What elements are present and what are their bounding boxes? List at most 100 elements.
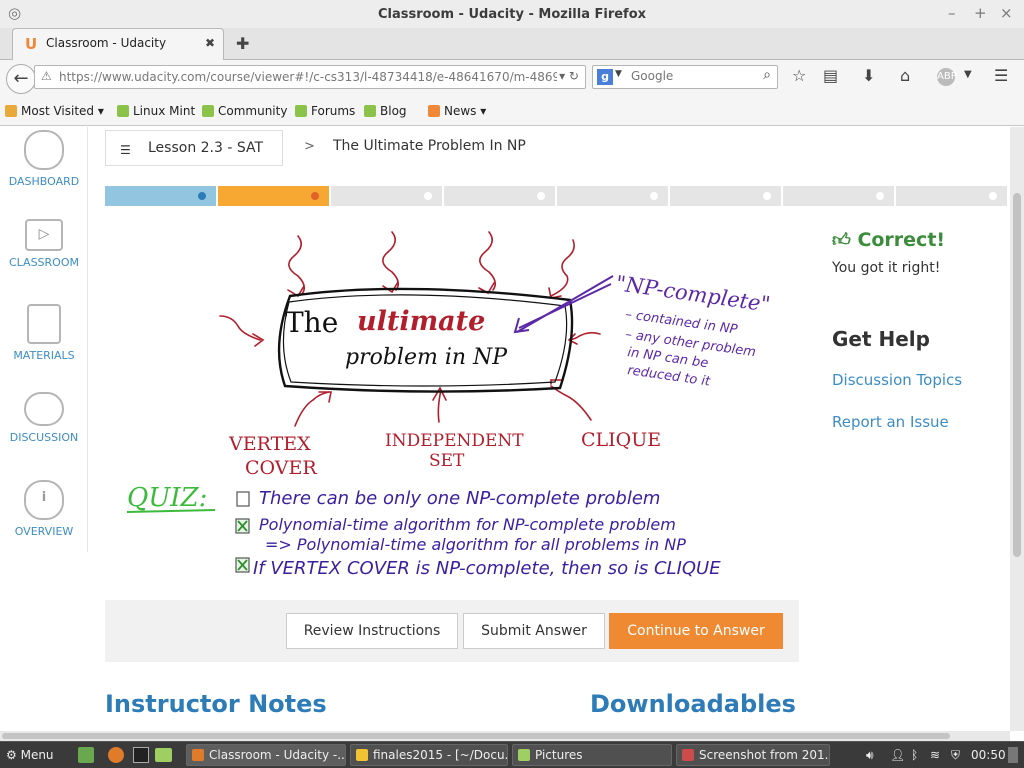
gear-icon: ⚙ bbox=[6, 748, 17, 762]
start-menu-button[interactable]: ⚙ Menu bbox=[6, 744, 54, 766]
taskbar-window-firefox[interactable]: Classroom - Udacity -... bbox=[186, 744, 346, 766]
url-text[interactable]: https://www.udacity.com/course/viewer#!/… bbox=[59, 70, 557, 84]
progress-dot bbox=[537, 192, 545, 200]
progress-dot bbox=[989, 192, 997, 200]
mint-icon bbox=[202, 105, 214, 117]
progress-segment[interactable] bbox=[105, 186, 218, 206]
correct-message: You got it right! bbox=[832, 260, 941, 276]
reload-icon[interactable]: ▾ ↻ bbox=[559, 69, 579, 83]
lesson-label: Lesson 2.3 - SAT bbox=[148, 140, 264, 156]
menu-icon[interactable]: ☰ bbox=[994, 66, 1008, 85]
correct-feedback: 👍︎ Correct! bbox=[832, 229, 945, 251]
url-bar[interactable]: ⚠ https://www.udacity.com/course/viewer#… bbox=[34, 65, 586, 89]
scrollbar-thumb[interactable] bbox=[1013, 193, 1021, 557]
quiz-option-2b: => Polynomial-time algorithm for all pro… bbox=[265, 535, 686, 554]
show-desktop-icon[interactable] bbox=[78, 747, 94, 763]
wifi-icon[interactable]: ≋ bbox=[930, 744, 940, 766]
taskbar-window-screenshot[interactable]: Screenshot from 201... bbox=[676, 744, 830, 766]
clock[interactable]: 00:50 bbox=[971, 744, 1006, 766]
horizontal-scrollbar[interactable] bbox=[0, 731, 1010, 741]
volume-icon[interactable]: 🔊︎ bbox=[866, 744, 874, 766]
sidebar-item-classroom[interactable]: ▷ CLASSROOM bbox=[0, 219, 88, 269]
close-window-icon[interactable]: × bbox=[1000, 4, 1013, 22]
udacity-logo-icon: U bbox=[25, 35, 38, 53]
progress-segment[interactable] bbox=[670, 186, 783, 206]
firefox-icon bbox=[192, 749, 204, 761]
problem-box bbox=[277, 287, 574, 393]
sidebar-item-materials[interactable]: MATERIALS bbox=[0, 304, 88, 362]
get-help-heading: Get Help bbox=[832, 327, 930, 351]
bookmark-linux-mint[interactable]: Linux Mint bbox=[117, 104, 195, 118]
box-text-the: The bbox=[285, 306, 338, 339]
minimize-icon[interactable]: – bbox=[948, 4, 956, 22]
user-icon[interactable]: 👤︎ bbox=[890, 744, 905, 766]
back-arrow-icon[interactable]: ← bbox=[6, 64, 36, 94]
box-text-ultimate: ultimate bbox=[357, 306, 485, 337]
maximize-icon[interactable]: + bbox=[974, 4, 987, 22]
tab-classroom[interactable]: U Classroom - Udacity ✖ bbox=[12, 28, 224, 60]
sidebar-item-discussion[interactable]: DISCUSSION bbox=[0, 392, 88, 444]
submit-answer-button[interactable]: Submit Answer bbox=[463, 613, 605, 649]
progress-dot bbox=[311, 192, 319, 200]
new-tab-icon[interactable]: ✚ bbox=[236, 34, 249, 53]
progress-segment[interactable] bbox=[444, 186, 557, 206]
continue-to-answer-button[interactable]: Continue to Answer bbox=[609, 613, 783, 649]
bookmark-star-icon[interactable]: ☆ bbox=[792, 66, 806, 85]
materials-icon bbox=[27, 304, 61, 344]
progress-dot bbox=[198, 192, 206, 200]
taskbar-window-finales[interactable]: finales2015 - [~/Docu... bbox=[350, 744, 508, 766]
overview-icon: i bbox=[24, 480, 64, 520]
shield-icon[interactable]: ⛨ bbox=[951, 744, 960, 766]
progress-segment[interactable] bbox=[218, 186, 331, 206]
scrollbar-thumb[interactable] bbox=[2, 733, 950, 739]
label-clique: CLIQUE bbox=[581, 429, 661, 451]
reading-list-icon[interactable]: ▤ bbox=[823, 66, 838, 85]
progress-dot bbox=[424, 192, 432, 200]
classroom-icon: ▷ bbox=[25, 219, 63, 251]
thumbs-up-icon: 👍︎ bbox=[832, 230, 851, 251]
vertical-scrollbar[interactable] bbox=[1010, 127, 1024, 731]
breadcrumb-separator: > bbox=[304, 139, 315, 154]
google-icon[interactable]: g bbox=[597, 69, 613, 85]
discussion-topics-link[interactable]: Discussion Topics bbox=[832, 371, 962, 389]
lesson-video[interactable]: The ultimate problem in NP "NP-complete"… bbox=[105, 206, 799, 600]
close-tab-icon[interactable]: ✖ bbox=[205, 36, 215, 50]
progress-segment[interactable] bbox=[331, 186, 444, 206]
report-issue-link[interactable]: Report an Issue bbox=[832, 413, 949, 431]
review-instructions-button[interactable]: Review Instructions bbox=[286, 613, 458, 649]
sidebar-item-dashboard[interactable]: DASHBOARD bbox=[0, 130, 88, 188]
search-box[interactable]: g ▼ ⌕ bbox=[592, 65, 778, 89]
dropdown-icon[interactable]: ▼ bbox=[615, 69, 622, 79]
bookmark-forums[interactable]: Forums bbox=[295, 104, 355, 118]
progress-segment[interactable] bbox=[783, 186, 896, 206]
sidebar-item-label: DISCUSSION bbox=[9, 431, 79, 444]
red-arrow bbox=[288, 235, 306, 295]
download-icon[interactable]: ⬇ bbox=[862, 66, 875, 85]
sidebar-item-label: OVERVIEW bbox=[14, 525, 74, 538]
search-input[interactable] bbox=[629, 68, 751, 84]
bookmark-most-visited[interactable]: Most Visited ▾ bbox=[5, 104, 104, 118]
editor-icon bbox=[356, 749, 368, 761]
progress-segment[interactable] bbox=[557, 186, 670, 206]
workspace-icon[interactable] bbox=[1008, 747, 1018, 763]
taskbar-window-pictures[interactable]: Pictures bbox=[512, 744, 672, 766]
quiz-option-1-checkbox bbox=[236, 491, 250, 507]
sidebar-item-label: CLASSROOM bbox=[8, 256, 79, 269]
terminal-launcher-icon[interactable] bbox=[133, 747, 149, 763]
bookmark-community[interactable]: Community bbox=[202, 104, 287, 118]
bookmark-blog[interactable]: Blog bbox=[364, 104, 407, 118]
sidebar-item-overview[interactable]: i OVERVIEW bbox=[0, 480, 88, 538]
search-icon[interactable]: ⌕ bbox=[763, 67, 771, 83]
bluetooth-icon[interactable]: ᛒ bbox=[911, 744, 918, 766]
label-independent: INDEPENDENT bbox=[385, 431, 524, 451]
abp-dropdown-icon[interactable]: ▼ bbox=[964, 69, 972, 80]
bookmark-news[interactable]: News ▾ bbox=[428, 104, 486, 118]
files-launcher-icon[interactable] bbox=[155, 748, 172, 762]
firefox-launcher-icon[interactable] bbox=[108, 747, 124, 763]
home-icon[interactable]: ⌂ bbox=[900, 66, 910, 85]
lesson-menu-button[interactable]: ☰ Lesson 2.3 - SAT bbox=[105, 130, 283, 166]
progress-segment[interactable] bbox=[896, 186, 1009, 206]
progress-dot bbox=[876, 192, 884, 200]
abp-icon[interactable]: ABP bbox=[937, 68, 957, 86]
correct-title: Correct! bbox=[857, 229, 946, 251]
